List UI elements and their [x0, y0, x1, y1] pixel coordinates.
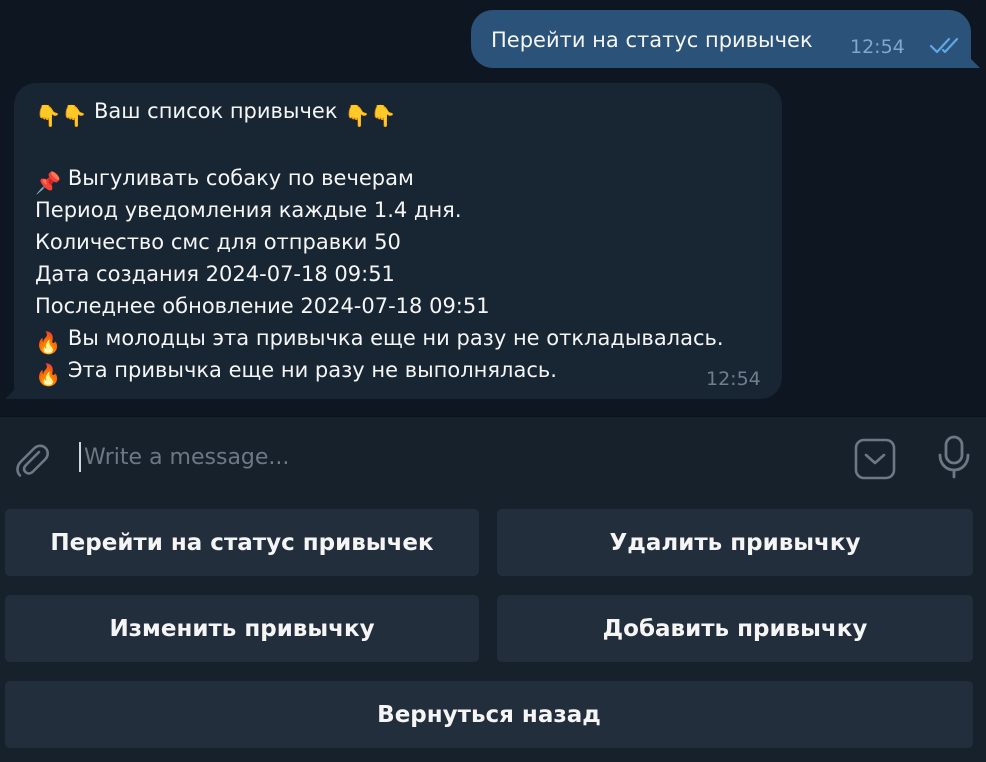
double-check-icon — [929, 37, 959, 54]
pointing-down-emoji: 👇👇 — [35, 104, 88, 128]
habit-completed-line: 🔥 Эта привычка еще ни разу не выполнялас… — [35, 357, 557, 388]
habit-title-line: 📌 Выгуливать собаку по вечерам — [35, 165, 414, 196]
go-to-habit-status-button[interactable]: Перейти на статус привычек — [5, 509, 479, 576]
fire-emoji: 🔥 — [35, 331, 62, 355]
delete-habit-button[interactable]: Удалить привычку — [497, 509, 973, 576]
pushpin-emoji: 📌 — [35, 171, 62, 195]
bubble-tail — [966, 54, 980, 68]
habit-updated-date: Последнее обновление 2024-07-18 09:51 — [35, 294, 490, 318]
edit-habit-button[interactable]: Изменить привычку — [5, 595, 479, 662]
bubble-tail — [5, 385, 19, 399]
incoming-message-bubble[interactable]: 👇👇 Ваш список привычек 👇👇 📌 Выгуливать с… — [5, 83, 782, 399]
chat-history: Перейти на статус привычек 12:54 👇👇 Ваш … — [0, 0, 986, 416]
habit-completed-note: Эта привычка еще ни разу не выполнялась. — [67, 358, 557, 382]
bot-reply-keyboard: Перейти на статус привычек Удалить привы… — [0, 499, 986, 762]
habit-period: Период уведомления каждые 1.4 дня. — [35, 198, 462, 222]
habit-created-date: Дата создания 2024-07-18 09:51 — [35, 262, 395, 286]
add-habit-button[interactable]: Добавить привычку — [497, 595, 973, 662]
message-composer — [0, 417, 986, 499]
incoming-message-time: 12:54 — [706, 368, 761, 390]
fire-emoji: 🔥 — [35, 363, 62, 387]
habit-list-title: Ваш список привычек — [93, 99, 338, 123]
habit-title: Выгуливать собаку по вечерам — [67, 166, 414, 190]
habit-sms-count: Количество смс для отправки 50 — [35, 230, 401, 254]
habit-postponed-line: 🔥 Вы молодцы эта привычка еще ни разу не… — [35, 325, 724, 356]
go-back-button[interactable]: Вернуться назад — [5, 681, 973, 748]
habit-list-header: 👇👇 Ваш список привычек 👇👇 — [35, 98, 397, 129]
outgoing-message-bubble[interactable]: Перейти на статус привычек 12:54 — [471, 10, 980, 68]
message-input[interactable] — [84, 437, 824, 477]
text-cursor — [79, 442, 81, 472]
outgoing-message-text: Перейти на статус привычек — [491, 28, 813, 52]
outgoing-message-time: 12:54 — [850, 36, 905, 58]
bot-keyboard-toggle-icon[interactable] — [853, 437, 897, 481]
paperclip-icon[interactable] — [12, 440, 52, 480]
pointing-down-emoji: 👇👇 — [344, 104, 397, 128]
microphone-icon[interactable] — [934, 433, 974, 481]
habit-postponed-note: Вы молодцы эта привычка еще ни разу не о… — [67, 326, 724, 350]
